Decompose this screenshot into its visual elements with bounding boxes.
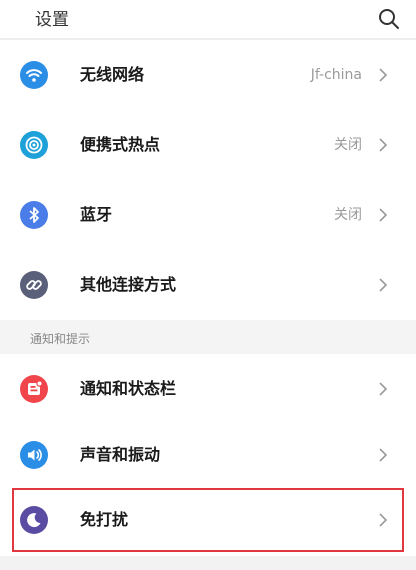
bluetooth-icon: [20, 201, 48, 229]
wifi-icon: [20, 61, 48, 89]
settings-item-label: 其他连接方式: [80, 275, 177, 294]
settings-item-sound[interactable]: 声音和振动: [0, 420, 416, 490]
sound-icon: [20, 441, 48, 469]
chevron-right-icon: [376, 379, 390, 399]
settings-item-hotspot[interactable]: 便携式热点 关闭: [0, 110, 416, 180]
highlight-box: [12, 488, 404, 552]
hotspot-status: 关闭: [334, 137, 362, 153]
bluetooth-status: 关闭: [334, 207, 362, 223]
chevron-right-icon: [376, 205, 390, 225]
chevron-right-icon: [376, 275, 390, 295]
bottom-gap: [0, 556, 416, 570]
settings-item-label: 便携式热点: [80, 135, 161, 154]
settings-item-wifi[interactable]: 无线网络 Jf-china: [0, 40, 416, 110]
settings-item-bluetooth[interactable]: 蓝牙 关闭: [0, 180, 416, 250]
section-title: 通知和提示: [30, 332, 91, 346]
settings-item-label: 通知和状态栏: [80, 379, 177, 398]
settings-item-label: 蓝牙: [80, 205, 113, 224]
chevron-right-icon: [376, 135, 390, 155]
chevron-right-icon: [376, 65, 390, 85]
settings-item-other-connections[interactable]: 其他连接方式: [0, 250, 416, 320]
search-button[interactable]: [372, 2, 406, 36]
notification-icon: [20, 375, 48, 403]
link-icon: [20, 271, 48, 299]
settings-item-notifications[interactable]: 通知和状态栏: [0, 354, 416, 424]
wifi-network-name: Jf-china: [310, 67, 362, 83]
settings-item-label: 无线网络: [80, 65, 145, 84]
section-header: 通知和提示: [0, 320, 416, 354]
search-icon: [379, 9, 399, 29]
settings-item-label: 声音和振动: [80, 445, 161, 464]
page-title: 设置: [35, 10, 69, 30]
header-bar: 设置: [0, 0, 416, 38]
hotspot-icon: [20, 131, 48, 159]
chevron-right-icon: [376, 445, 390, 465]
